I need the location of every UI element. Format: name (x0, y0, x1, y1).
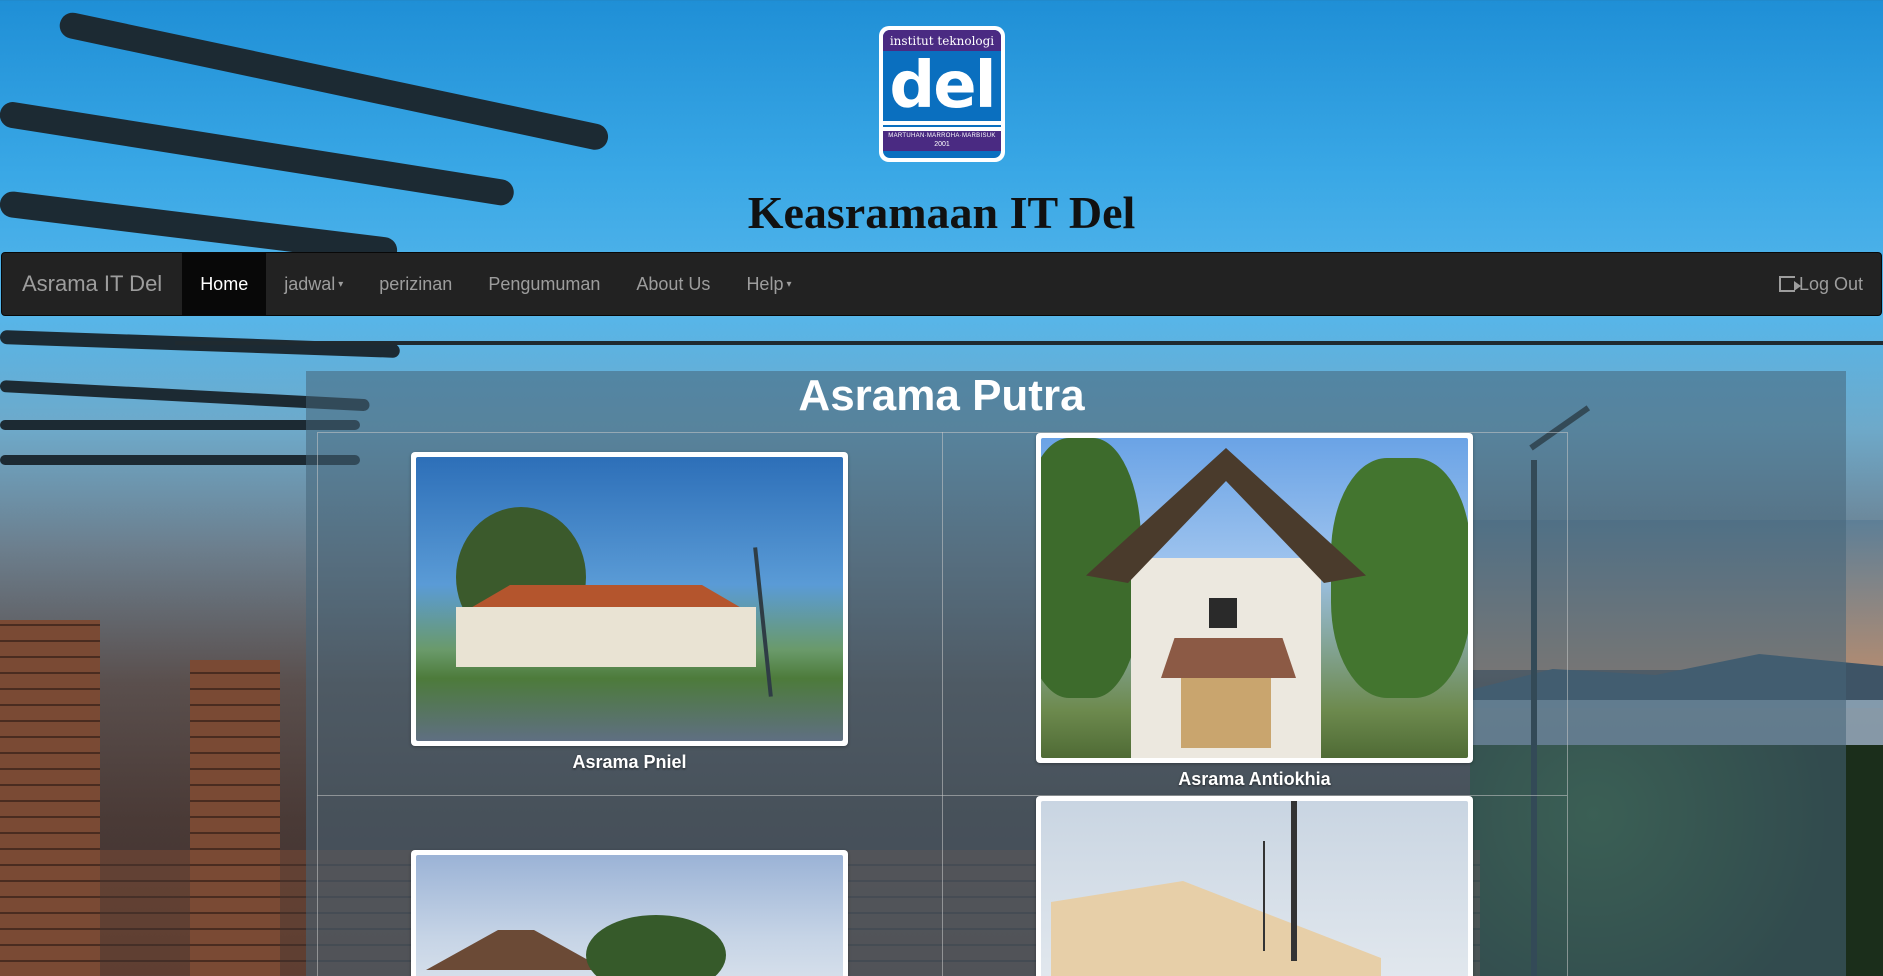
section-title: Asrama Putra (798, 371, 1085, 420)
dorm-card[interactable] (411, 850, 848, 976)
navbar-brand[interactable]: Asrama IT Del (2, 253, 182, 315)
dorm-thumbnail[interactable] (411, 850, 848, 976)
divider-line (175, 341, 1883, 345)
nav-about-us-label: About Us (636, 273, 711, 294)
logout-button[interactable]: Log Out (1761, 253, 1881, 315)
dorm-thumbnail[interactable] (1036, 796, 1473, 976)
logout-label: Log Out (1798, 273, 1863, 294)
dorm-photo (416, 855, 843, 976)
main-navbar: Asrama IT Del Home jadwal ▾ perizinan Pe… (1, 252, 1882, 316)
nav-jadwal-dropdown[interactable]: jadwal ▾ (266, 253, 361, 315)
dorm-card[interactable] (1036, 796, 1473, 976)
grid-divider (1567, 432, 1568, 976)
caret-down-icon: ▾ (338, 278, 344, 290)
nav-pengumuman-label: Pengumuman (488, 273, 601, 294)
nav-perizinan[interactable]: perizinan (361, 253, 470, 315)
nav-home[interactable]: Home (182, 253, 267, 315)
nav-perizinan-label: perizinan (379, 273, 453, 294)
dorm-card[interactable]: Asrama Antiokhia (1036, 433, 1473, 790)
logo-motto: MARTUHAN·MARROHA·MARBISUK (883, 131, 1001, 141)
caret-down-icon: ▾ (786, 278, 792, 290)
nav-about-us[interactable]: About Us (618, 253, 728, 315)
dorm-photo (1041, 801, 1468, 976)
logo-wave (883, 121, 1001, 131)
dorm-photo-antiokhia (1041, 438, 1468, 758)
dorm-caption[interactable]: Asrama Antiokhia (1036, 769, 1473, 790)
logo-mark: del (889, 49, 996, 123)
nav-pengumuman[interactable]: Pengumuman (470, 253, 618, 315)
dorm-card[interactable]: Asrama Pniel (411, 452, 848, 773)
institution-logo: institut teknologi del MARTUHAN·MARROHA·… (879, 26, 1005, 162)
logo-top-text: institut teknologi (883, 30, 1001, 51)
nav-help-label: Help (746, 273, 784, 294)
logo-year: 2001 (883, 141, 1001, 151)
logout-icon (1778, 276, 1801, 292)
dorm-thumbnail[interactable] (1036, 433, 1473, 763)
dorm-caption[interactable]: Asrama Pniel (411, 752, 848, 773)
nav-jadwal-label: jadwal (284, 273, 336, 294)
site-title: Keasramaan IT Del (747, 187, 1136, 238)
grid-divider (942, 432, 943, 976)
dorm-photo-pniel (416, 457, 843, 741)
nav-help-dropdown[interactable]: Help ▾ (728, 253, 809, 315)
nav-home-label: Home (200, 273, 249, 294)
dorm-thumbnail[interactable] (411, 452, 848, 746)
